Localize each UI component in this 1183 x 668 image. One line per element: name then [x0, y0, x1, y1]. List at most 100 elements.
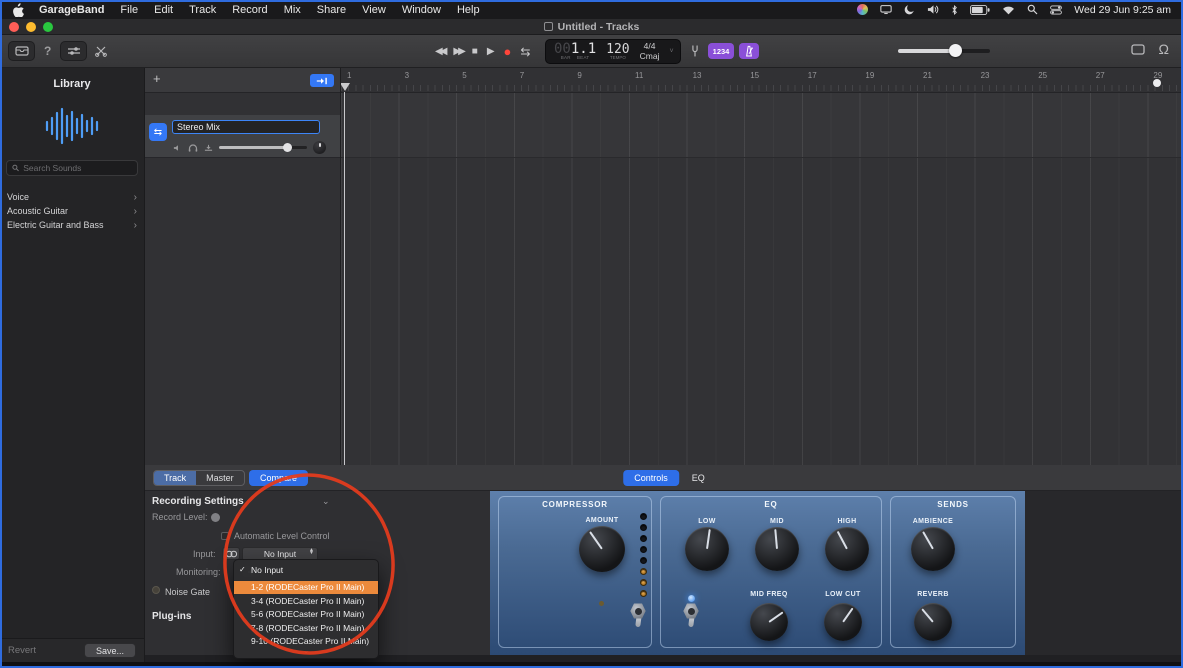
compare-button[interactable]: Compare	[249, 470, 309, 486]
tab-master[interactable]: Master	[196, 471, 244, 485]
mid-knob[interactable]	[755, 527, 799, 571]
menu-help[interactable]: Help	[457, 4, 480, 16]
volume-icon[interactable]	[927, 4, 939, 15]
battery-icon[interactable]	[970, 4, 990, 15]
solo-headphones-icon[interactable]	[188, 143, 198, 152]
volume-slider-handle[interactable]	[949, 44, 963, 57]
track-row[interactable]: ⇆	[145, 115, 340, 158]
add-track-button[interactable]: +	[153, 71, 161, 86]
lcd-display[interactable]: 00 1.1 BAR BEAT 120 TEMPO 4/4 Cmaj ˅	[545, 39, 681, 64]
amount-knob[interactable]	[579, 526, 625, 572]
loop-browser-icon[interactable]: Ω	[1159, 42, 1169, 56]
tab-eq[interactable]: EQ	[692, 473, 705, 483]
mute-icon[interactable]	[173, 144, 182, 152]
plugins-header[interactable]: Plug-ins	[152, 611, 191, 622]
library-item[interactable]: Acoustic Guitar ›	[0, 204, 144, 218]
collapse-chevron-icon[interactable]: ⌄	[322, 496, 330, 507]
input-menu-item[interactable]: 5-6 (RODECaster Pro II Main)	[234, 608, 378, 622]
tab-controls[interactable]: Controls	[623, 470, 679, 486]
compressor-switch[interactable]	[629, 603, 647, 631]
track-pan-knob[interactable]	[313, 141, 326, 154]
input-menu-item[interactable]: ✓ No Input	[234, 563, 378, 577]
eq-switch[interactable]	[682, 603, 700, 631]
tuner-button[interactable]	[690, 44, 700, 58]
display-mirror-icon[interactable]	[880, 4, 892, 15]
quick-help-button[interactable]: ?	[44, 44, 51, 58]
zoom-slider-handle[interactable]	[1153, 79, 1161, 87]
menu-track[interactable]: Track	[189, 4, 216, 16]
timeline-area[interactable]: 1 3 5 7 9 11 13 15 17 19 21 23 25 27 29	[340, 68, 1183, 465]
title-bar: Untitled - Tracks	[0, 19, 1183, 35]
count-in-button[interactable]: 1234	[708, 43, 734, 59]
record-button[interactable]: ●	[504, 44, 512, 59]
moon-icon[interactable]	[904, 4, 915, 15]
input-menu-item[interactable]: 9-10 (RODECaster Pro II Main)	[234, 635, 378, 649]
track-master-segment: Track Master	[153, 470, 245, 486]
revert-button[interactable]: Revert	[8, 645, 36, 656]
track-lane[interactable]	[341, 93, 1183, 158]
sound-search-field[interactable]	[6, 160, 138, 176]
record-level-knob[interactable]	[211, 513, 220, 522]
low-cut-knob[interactable]	[824, 603, 862, 641]
library-item[interactable]: Electric Guitar and Bass ›	[0, 218, 144, 232]
search-input[interactable]	[23, 163, 132, 173]
media-browser-icon[interactable]	[1130, 43, 1145, 55]
sends-title: SENDS	[937, 500, 969, 509]
noise-gate-label: Noise Gate	[165, 587, 211, 597]
meter-led	[640, 590, 647, 597]
catch-playhead-button[interactable]	[310, 74, 334, 87]
menu-share[interactable]: Share	[317, 4, 346, 16]
menu-app-name[interactable]: GarageBand	[39, 4, 104, 16]
rewind-button[interactable]: ◀◀	[435, 46, 448, 57]
search-icon[interactable]	[1027, 4, 1038, 15]
auto-level-checkbox[interactable]	[221, 532, 229, 540]
menu-clock[interactable]: Wed 29 Jun 9:25 am	[1074, 4, 1171, 16]
track-icon[interactable]: ⇆	[149, 123, 167, 141]
playhead-handle[interactable]	[340, 83, 350, 91]
fast-forward-button[interactable]: ▶▶	[453, 46, 466, 57]
track-name-input[interactable]	[172, 120, 320, 134]
track-volume-handle[interactable]	[282, 143, 292, 152]
bluetooth-icon[interactable]	[951, 4, 958, 16]
menu-edit[interactable]: Edit	[154, 4, 173, 16]
ambience-knob[interactable]	[911, 527, 955, 571]
stop-button[interactable]: ■	[472, 46, 478, 57]
noise-gate-checkbox[interactable]	[152, 586, 160, 594]
mid-freq-knob[interactable]	[750, 603, 788, 641]
editors-button[interactable]	[95, 45, 107, 57]
reverb-knob[interactable]	[914, 603, 952, 641]
recording-settings-header[interactable]: Recording Settings	[152, 496, 244, 507]
bar-ruler[interactable]: 1 3 5 7 9 11 13 15 17 19 21 23 25 27 29	[341, 68, 1183, 93]
metronome-button[interactable]	[739, 43, 759, 59]
menu-mix[interactable]: Mix	[284, 4, 301, 16]
high-knob[interactable]	[825, 527, 869, 571]
library-toggle-button[interactable]	[8, 41, 35, 61]
track-volume-slider[interactable]	[219, 143, 307, 152]
library-item[interactable]: Voice ›	[0, 190, 144, 204]
save-button[interactable]: Save...	[84, 643, 136, 658]
menu-scroll-arrow[interactable]: ⌄	[234, 648, 378, 657]
wifi-icon[interactable]	[1002, 5, 1015, 15]
waveform-icon	[45, 107, 99, 145]
catch-playhead-icon	[316, 77, 327, 84]
tab-track[interactable]: Track	[154, 471, 197, 485]
display-mode-button[interactable]	[60, 41, 87, 61]
input-menu-item[interactable]: 1-2 (RODECaster Pro II Main)	[234, 580, 378, 594]
play-button[interactable]: ▶	[487, 46, 495, 57]
menu-view[interactable]: View	[362, 4, 386, 16]
master-volume-slider[interactable]	[898, 44, 990, 57]
ruler-number: 23	[980, 71, 990, 80]
cycle-button[interactable]: ⇆	[520, 45, 530, 59]
meter-led	[640, 579, 647, 586]
menu-record[interactable]: Record	[232, 4, 267, 16]
ruler-number: 25	[1038, 71, 1048, 80]
input-menu-item[interactable]: 7-8 (RODECaster Pro II Main)	[234, 621, 378, 635]
input-monitoring-icon[interactable]	[204, 144, 213, 152]
apple-menu[interactable]	[12, 2, 24, 17]
control-center-icon[interactable]	[1050, 4, 1063, 15]
input-menu-item[interactable]: 3-4 (RODECaster Pro II Main)	[234, 594, 378, 608]
screen-record-icon[interactable]	[857, 4, 869, 15]
low-knob[interactable]	[685, 527, 729, 571]
menu-file[interactable]: File	[120, 4, 138, 16]
menu-window[interactable]: Window	[402, 4, 441, 16]
